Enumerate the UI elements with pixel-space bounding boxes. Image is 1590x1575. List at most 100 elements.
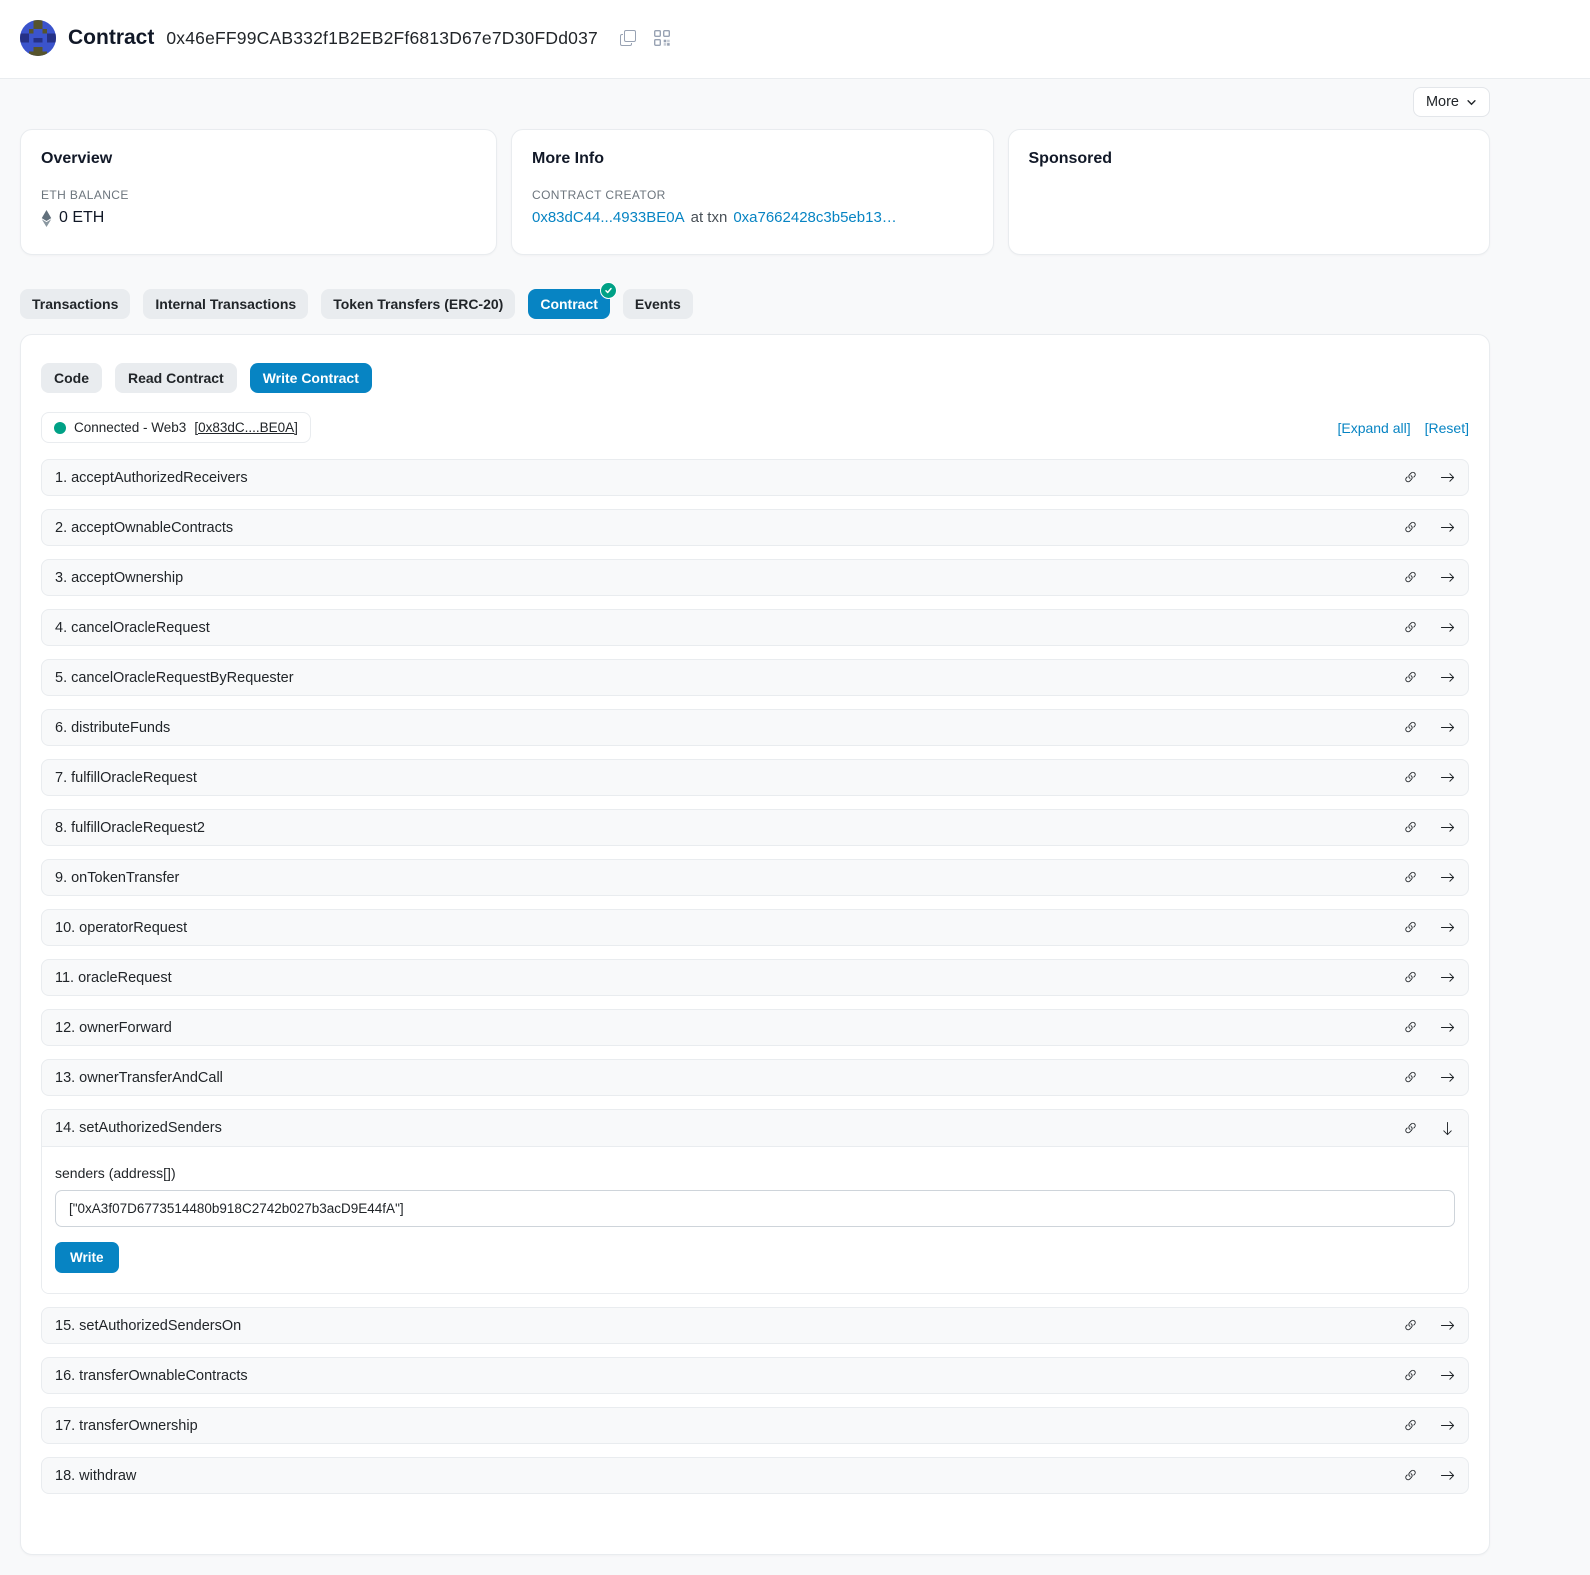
function-row-17[interactable]: 17. transferOwnership <box>41 1407 1469 1444</box>
contract-subtabs: Code Read Contract Write Contract <box>41 363 1469 393</box>
expand-arrow-icon[interactable] <box>1440 820 1455 835</box>
reset-link[interactable]: [Reset] <box>1425 420 1469 436</box>
main-tabs: Transactions Internal Transactions Token… <box>20 289 1490 319</box>
function-row-5[interactable]: 5. cancelOracleRequestByRequester <box>41 659 1469 696</box>
expand-arrow-icon[interactable] <box>1440 1468 1455 1483</box>
permalink-icon[interactable] <box>1403 670 1418 685</box>
expand-arrow-icon[interactable] <box>1440 1070 1455 1085</box>
function-label: 6. distributeFunds <box>55 720 170 736</box>
function-label: 3. acceptOwnership <box>55 570 183 586</box>
function-row-18[interactable]: 18. withdraw <box>41 1457 1469 1494</box>
creation-txn-link[interactable]: 0xa7662428c3b5eb13… <box>733 209 896 226</box>
expand-arrow-icon[interactable] <box>1440 720 1455 735</box>
expand-arrow-icon[interactable] <box>1440 1418 1455 1433</box>
function-label: 14. setAuthorizedSenders <box>55 1120 222 1136</box>
function-row-14[interactable]: 14. setAuthorizedSenders <box>42 1110 1468 1147</box>
permalink-icon[interactable] <box>1403 1070 1418 1085</box>
permalink-icon[interactable] <box>1403 920 1418 935</box>
function-label: 10. operatorRequest <box>55 920 187 936</box>
overview-card-title: Overview <box>41 150 476 168</box>
contract-creator-label: CONTRACT CREATOR <box>532 188 973 202</box>
subtab-read-contract[interactable]: Read Contract <box>115 363 237 393</box>
function-label: 13. ownerTransferAndCall <box>55 1070 223 1086</box>
copy-address-icon[interactable] <box>620 30 636 46</box>
function-row-2[interactable]: 2. acceptOwnableContracts <box>41 509 1469 546</box>
connected-status-dot <box>54 422 66 434</box>
connection-status-text: Connected - Web3 <box>74 420 186 435</box>
collapse-arrow-icon[interactable] <box>1440 1121 1455 1136</box>
function-row-3[interactable]: 3. acceptOwnership <box>41 559 1469 596</box>
function-row-15[interactable]: 15. setAuthorizedSendersOn <box>41 1307 1469 1344</box>
qr-code-icon[interactable] <box>654 30 670 46</box>
tab-transactions[interactable]: Transactions <box>20 289 130 319</box>
more-dropdown-button[interactable]: More <box>1413 87 1490 117</box>
senders-param-label: senders (address[]) <box>55 1165 1455 1181</box>
contract-address: 0x46eFF99CAB332f1B2EB2Ff6813D67e7D30FDd0… <box>166 28 598 49</box>
function-label: 4. cancelOracleRequest <box>55 620 210 636</box>
permalink-icon[interactable] <box>1403 720 1418 735</box>
contract-identicon-avatar <box>20 20 56 56</box>
function-label: 16. transferOwnableContracts <box>55 1368 248 1384</box>
tab-contract-label: Contract <box>540 296 598 312</box>
eth-balance-label: ETH BALANCE <box>41 188 476 202</box>
function-row-16[interactable]: 16. transferOwnableContracts <box>41 1357 1469 1394</box>
permalink-icon[interactable] <box>1403 1368 1418 1383</box>
expand-arrow-icon[interactable] <box>1440 570 1455 585</box>
permalink-icon[interactable] <box>1403 570 1418 585</box>
function-label: 17. transferOwnership <box>55 1418 198 1434</box>
expand-arrow-icon[interactable] <box>1440 1318 1455 1333</box>
function-row-1[interactable]: 1. acceptAuthorizedReceivers <box>41 459 1469 496</box>
tab-internal-transactions[interactable]: Internal Transactions <box>143 289 308 319</box>
function-row-9[interactable]: 9. onTokenTransfer <box>41 859 1469 896</box>
creator-address-link[interactable]: 0x83dC44...4933BE0A <box>532 209 685 226</box>
sponsored-card-title: Sponsored <box>1029 150 1470 168</box>
permalink-icon[interactable] <box>1403 1468 1418 1483</box>
at-txn-text: at txn <box>691 209 728 226</box>
function-row-8[interactable]: 8. fulfillOracleRequest2 <box>41 809 1469 846</box>
function-row-11[interactable]: 11. oracleRequest <box>41 959 1469 996</box>
expand-all-link[interactable]: [Expand all] <box>1337 420 1410 436</box>
expand-arrow-icon[interactable] <box>1440 1020 1455 1035</box>
function-14-form: senders (address[]) Write <box>42 1147 1468 1293</box>
function-row-13[interactable]: 13. ownerTransferAndCall <box>41 1059 1469 1096</box>
permalink-icon[interactable] <box>1403 870 1418 885</box>
page-body: More Overview ETH BALANCE 0 ETH More Inf… <box>0 79 1590 1575</box>
tab-token-transfers[interactable]: Token Transfers (ERC-20) <box>321 289 515 319</box>
ethereum-icon <box>41 210 52 227</box>
eth-balance-value: 0 ETH <box>59 209 104 227</box>
function-row-6[interactable]: 6. distributeFunds <box>41 709 1469 746</box>
function-label: 2. acceptOwnableContracts <box>55 520 233 536</box>
tab-contract[interactable]: Contract <box>528 289 610 319</box>
permalink-icon[interactable] <box>1403 820 1418 835</box>
permalink-icon[interactable] <box>1403 470 1418 485</box>
function-row-7[interactable]: 7. fulfillOracleRequest <box>41 759 1469 796</box>
permalink-icon[interactable] <box>1403 1020 1418 1035</box>
permalink-icon[interactable] <box>1403 520 1418 535</box>
subtab-write-contract[interactable]: Write Contract <box>250 363 372 393</box>
overview-card: Overview ETH BALANCE 0 ETH <box>20 129 497 255</box>
function-row-4[interactable]: 4. cancelOracleRequest <box>41 609 1469 646</box>
subtab-code[interactable]: Code <box>41 363 102 393</box>
connected-wallet-link[interactable]: [0x83dC....BE0A] <box>194 420 298 435</box>
permalink-icon[interactable] <box>1403 620 1418 635</box>
expand-arrow-icon[interactable] <box>1440 770 1455 785</box>
permalink-icon[interactable] <box>1403 1418 1418 1433</box>
write-button[interactable]: Write <box>55 1242 119 1273</box>
expand-arrow-icon[interactable] <box>1440 1368 1455 1383</box>
function-label: 15. setAuthorizedSendersOn <box>55 1318 241 1334</box>
expand-arrow-icon[interactable] <box>1440 970 1455 985</box>
senders-input[interactable] <box>55 1190 1455 1227</box>
function-row-10[interactable]: 10. operatorRequest <box>41 909 1469 946</box>
expand-arrow-icon[interactable] <box>1440 670 1455 685</box>
expand-arrow-icon[interactable] <box>1440 520 1455 535</box>
tab-events[interactable]: Events <box>623 289 693 319</box>
expand-arrow-icon[interactable] <box>1440 620 1455 635</box>
expand-arrow-icon[interactable] <box>1440 470 1455 485</box>
permalink-icon[interactable] <box>1403 1121 1418 1136</box>
function-row-12[interactable]: 12. ownerForward <box>41 1009 1469 1046</box>
permalink-icon[interactable] <box>1403 1318 1418 1333</box>
permalink-icon[interactable] <box>1403 970 1418 985</box>
expand-arrow-icon[interactable] <box>1440 870 1455 885</box>
expand-arrow-icon[interactable] <box>1440 920 1455 935</box>
permalink-icon[interactable] <box>1403 770 1418 785</box>
